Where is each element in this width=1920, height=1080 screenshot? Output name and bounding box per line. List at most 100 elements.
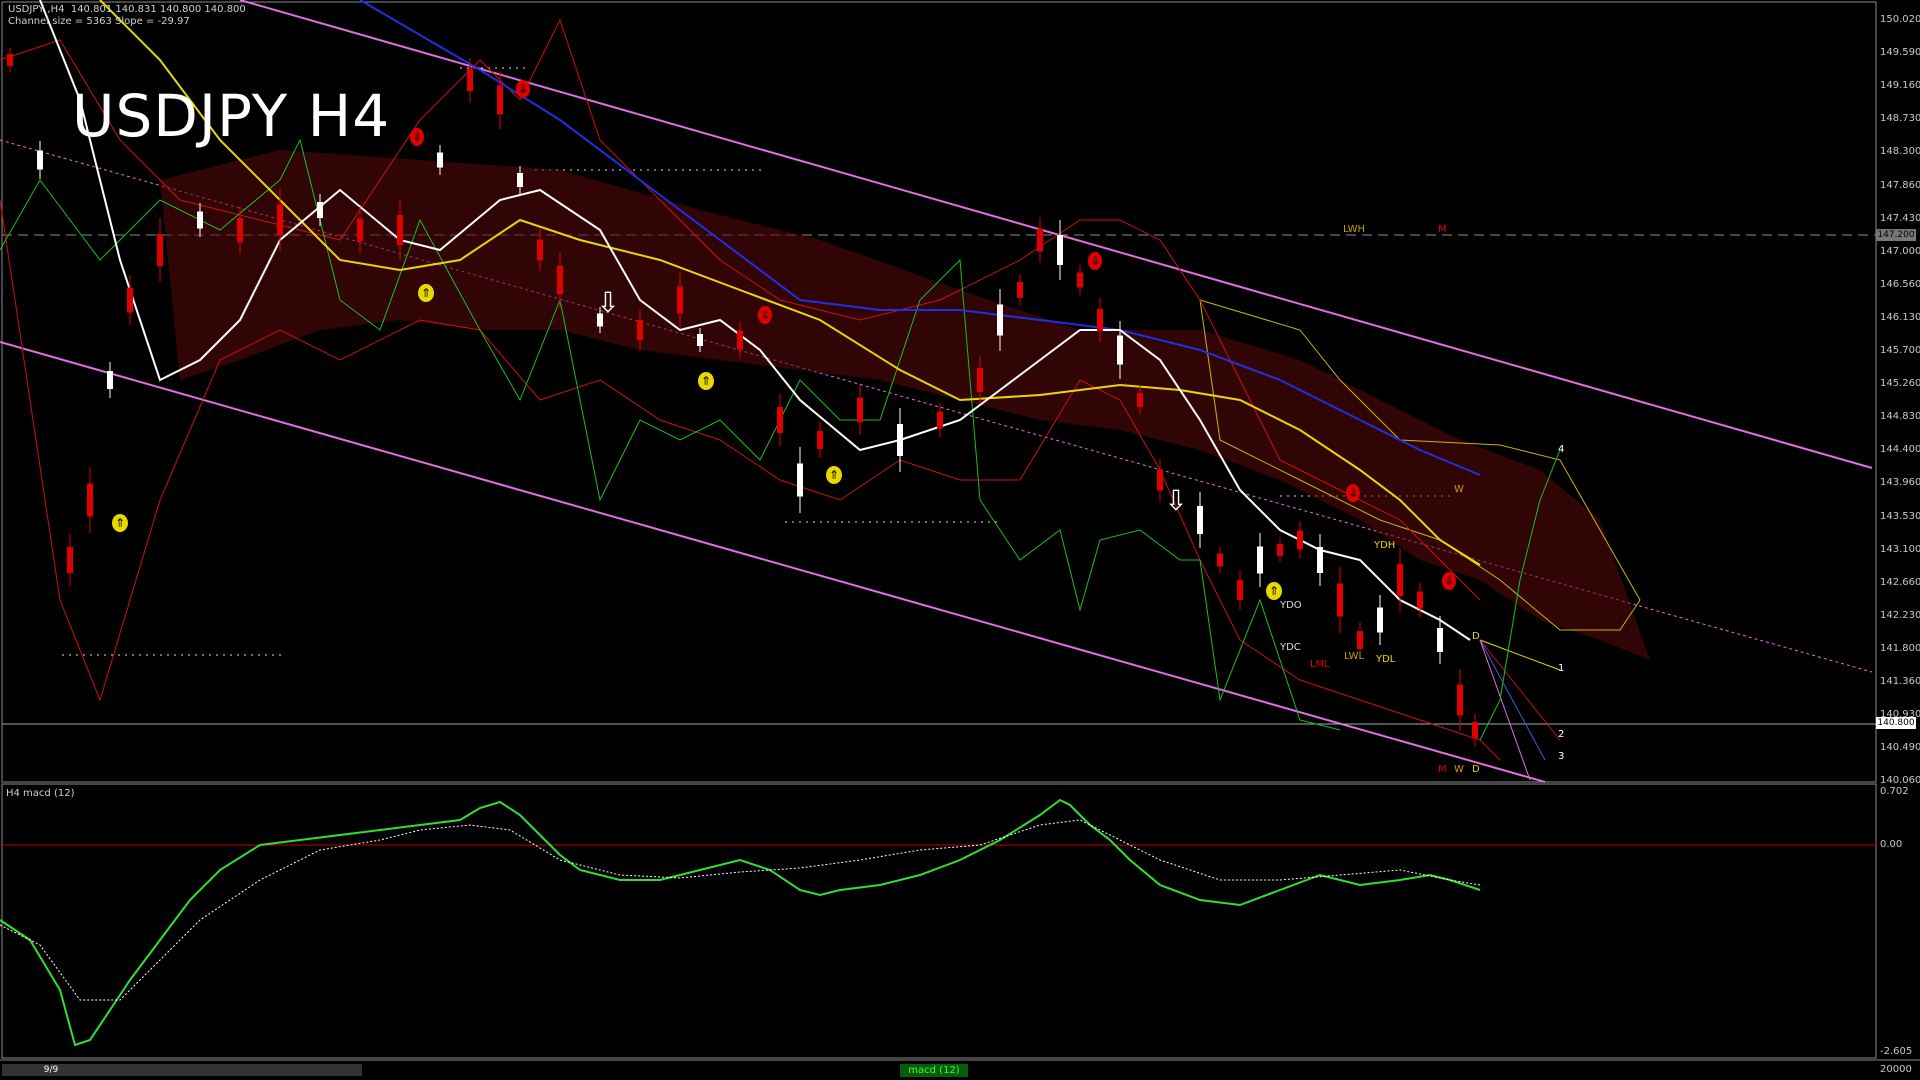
candle-body: [1217, 553, 1223, 567]
bottom-d-label: D: [1472, 764, 1480, 775]
ydl-label: YDL: [1376, 654, 1396, 665]
projection-label-4: 4: [1558, 444, 1565, 455]
price-tick-label: 142.230: [1880, 609, 1920, 621]
ydc-label: YDC: [1280, 642, 1301, 653]
page-indicator[interactable]: 9/9: [36, 1064, 66, 1076]
chart-canvas[interactable]: [0, 0, 1920, 1080]
candle-body: [67, 547, 73, 573]
sell-arrow-icon: ⇓: [1346, 484, 1360, 502]
candle-body: [977, 368, 983, 392]
candle-body: [7, 54, 13, 66]
candle-body: [797, 463, 803, 497]
projection-label-3: 3: [1558, 751, 1565, 762]
candle-body: [1472, 722, 1478, 738]
price-tick-label: 143.100: [1880, 543, 1920, 555]
price-tick-label: 144.830: [1880, 411, 1920, 423]
candle-body: [1037, 228, 1043, 252]
macd-axis-bottom: -2.605: [1880, 1046, 1913, 1057]
hline-price-badge: 147.200: [1876, 229, 1916, 241]
sell-arrow-icon: ⇓: [758, 306, 772, 324]
price-tick-label: 147.430: [1880, 212, 1920, 224]
buy-arrow-icon: ⇑: [1266, 582, 1282, 600]
macd-line: [0, 798, 1481, 1047]
candle-body: [937, 411, 943, 429]
candle-body: [537, 239, 543, 261]
info-line-2: Channel size = 5363 Slope = -29.97: [8, 16, 190, 27]
lml-label: LML: [1310, 659, 1330, 670]
candle-body: [1237, 580, 1243, 600]
candle-body: [517, 173, 523, 187]
macd-signal-line: [0, 819, 1481, 1001]
sell-arrow-icon: ⇓: [410, 128, 424, 146]
price-tick-label: 142.660: [1880, 576, 1920, 588]
bottom-m-label: M: [1438, 764, 1447, 775]
candle-body: [1117, 335, 1123, 365]
m-label-top: M: [1438, 224, 1447, 235]
price-tick-label: 140.060: [1880, 775, 1920, 787]
bottom-w-label: W: [1454, 764, 1464, 775]
candle-body: [37, 150, 43, 170]
candle-body: [87, 483, 93, 517]
candle-body: [1357, 631, 1363, 649]
candle-body: [697, 334, 703, 346]
candle-body: [107, 371, 113, 389]
price-tick-label: 148.300: [1880, 146, 1920, 158]
buy-arrow-icon: ⇑: [418, 284, 434, 302]
candle-body: [1277, 544, 1283, 556]
candle-body: [1197, 506, 1203, 534]
price-tick-label: 143.960: [1880, 477, 1920, 489]
chart-title: USDJPY H4: [72, 82, 391, 150]
candle-body: [557, 266, 563, 294]
sell-arrow-icon: ⇓: [516, 80, 530, 98]
price-tick-label: 146.560: [1880, 278, 1920, 290]
candle-body: [1317, 547, 1323, 573]
sell-arrow-icon: ⇓: [1442, 572, 1456, 590]
candle-body: [817, 431, 823, 449]
price-tick-label: 147.860: [1880, 179, 1920, 191]
info-line-1: USDJPY ,H4 140.801 140.831 140.800 140.8…: [8, 4, 246, 15]
projection-label-2: 2: [1558, 729, 1565, 740]
indicator-label: H4 macd (12): [6, 788, 75, 799]
price-tick-label: 147.000: [1880, 245, 1920, 257]
candle-body: [1297, 530, 1303, 550]
candle-body: [237, 218, 243, 242]
candle-body: [997, 304, 1003, 336]
candle-body: [1437, 628, 1443, 652]
indicator-tab[interactable]: macd (12): [900, 1064, 968, 1077]
candle-body: [737, 330, 743, 350]
hollow-sell-arrow-icon: ⇩: [596, 286, 620, 319]
ydh-label: YDH: [1374, 540, 1396, 551]
candle-body: [677, 286, 683, 314]
d-label-upper: D: [1472, 631, 1480, 642]
w-label-right: W: [1454, 484, 1464, 495]
projection-line-magenta: [1479, 639, 1531, 781]
candle-body: [157, 234, 163, 266]
price-tick-label: 141.800: [1880, 642, 1920, 654]
current-price-badge: 140.800: [1876, 717, 1916, 729]
price-tick-label: 143.530: [1880, 510, 1920, 522]
lwl-label: LWL: [1344, 651, 1365, 662]
candle-body: [1337, 583, 1343, 617]
candle-body: [467, 69, 473, 91]
price-tick-label: 146.130: [1880, 311, 1920, 323]
candle-body: [1097, 309, 1103, 331]
candle-body: [437, 152, 443, 168]
candle-body: [637, 320, 643, 340]
candle-body: [897, 424, 903, 456]
candle-body: [1077, 272, 1083, 288]
candle-body: [197, 211, 203, 229]
candle-body: [1017, 282, 1023, 298]
projection-line-3: [1479, 639, 1546, 761]
price-tick-label: 149.160: [1880, 80, 1920, 92]
hollow-sell-arrow-icon: ⇩: [1164, 484, 1188, 517]
buy-arrow-icon: ⇑: [698, 372, 714, 390]
buy-arrow-icon: ⇑: [112, 514, 128, 532]
symbol-info: USDJPY ,H4 140.801 140.831 140.800 140.8…: [8, 4, 246, 28]
lwh-label: LWH: [1343, 224, 1366, 235]
price-tick-label: 148.730: [1880, 113, 1920, 125]
candle-body: [1057, 235, 1063, 265]
candle-body: [1157, 469, 1163, 491]
price-tick-label: 150.020: [1880, 14, 1920, 25]
candle-body: [277, 204, 283, 236]
candle-body: [857, 397, 863, 423]
